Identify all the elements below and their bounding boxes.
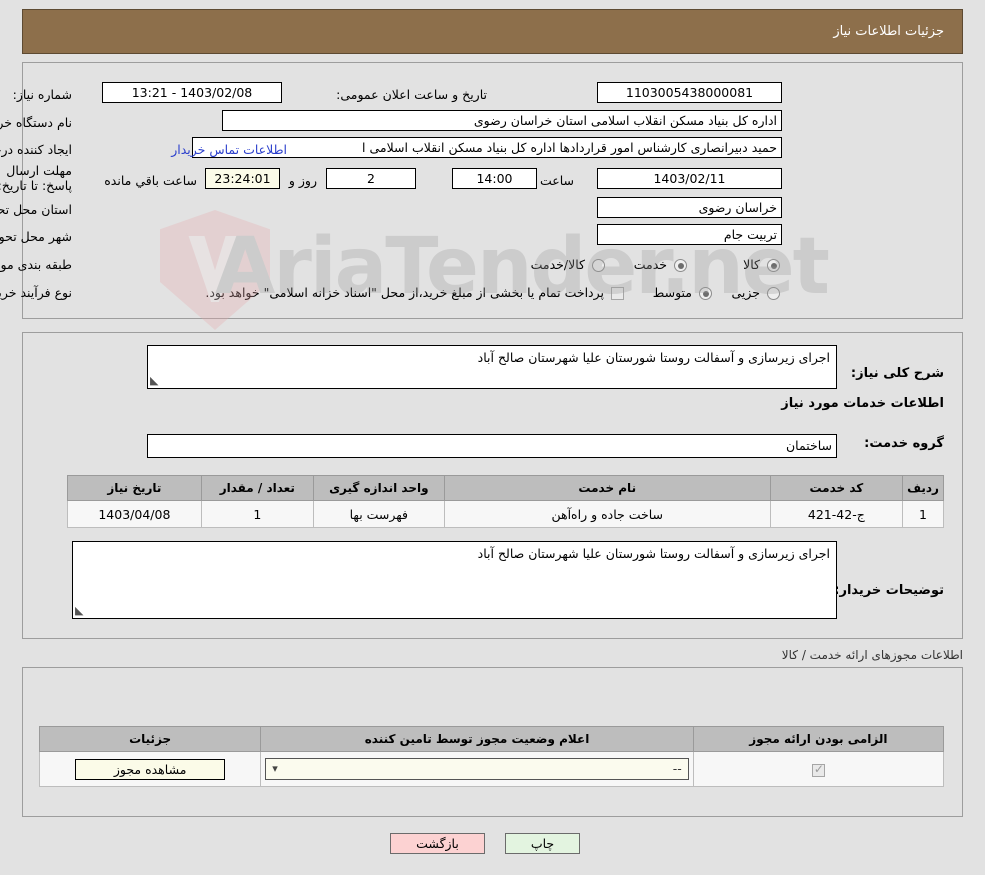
need-description-panel: شرح کلی نیاز: اجرای زیرسازی و آسفالت روس… <box>22 332 963 639</box>
radio-category-kala-khedmat-label: کالا/خدمت <box>531 257 585 272</box>
permits-table: الزامی بودن ارائه مجوز اعلام وضعیت مجوز … <box>39 726 944 787</box>
col-unit: واحد اندازه گیری <box>313 476 444 501</box>
table-row: 1 ج-42-421 ساخت جاده و راه‌آهن فهرست بها… <box>68 501 944 528</box>
buyer-org-label: نام دستگاه خریدار: <box>0 115 72 130</box>
buyer-notes-value: اجرای زیرسازی و آسفالت روستا شورستان علی… <box>478 546 830 561</box>
days-and-label: روز و <box>289 173 317 188</box>
request-creator-label: ایجاد کننده درخواست: <box>0 142 72 157</box>
announce-datetime-value: 1403/02/08 - 13:21 <box>102 82 282 103</box>
subject-category-label: طبقه بندی موضوعی: <box>0 257 72 272</box>
cell-code: ج-42-421 <box>770 501 902 528</box>
purchase-process-label: نوع فرآیند خرید : <box>0 285 72 300</box>
page-title: جزئیات اطلاعات نیاز <box>833 24 944 39</box>
treasury-docs-checkbox[interactable] <box>611 287 624 300</box>
cell-need-date: 1403/04/08 <box>68 501 202 528</box>
treasury-docs-note: پرداخت تمام یا بخشی از مبلغ خرید،از محل … <box>205 285 604 300</box>
need-number-value: 1103005438000081 <box>597 82 782 103</box>
radio-category-kala-khedmat[interactable] <box>592 259 605 272</box>
page-header: جزئیات اطلاعات نیاز <box>22 9 963 54</box>
buyer-contact-link[interactable]: اطلاعات تماس خریدار <box>171 142 287 157</box>
permit-required-checkbox <box>812 764 825 777</box>
view-permit-button[interactable]: مشاهده مجوز <box>75 759 225 780</box>
resize-grip-icon[interactable]: ◢ <box>75 604 83 617</box>
service-group-value: ساختمان <box>147 434 837 458</box>
buyer-notes-label: توضیحات خریدار: <box>834 583 944 598</box>
delivery-city-value: تربیت جام <box>597 224 782 245</box>
deadline-label: مهلت ارسال پاسخ: تا تاریخ: <box>0 163 72 193</box>
permits-table-header-row: الزامی بودن ارائه مجوز اعلام وضعیت مجوز … <box>40 727 944 752</box>
delivery-province-value: خراسان رضوی <box>597 197 782 218</box>
buyer-notes-textarea[interactable]: اجرای زیرسازی و آسفالت روستا شورستان علی… <box>72 541 837 619</box>
cell-permit-required <box>693 752 943 787</box>
need-summary-panel: شماره نیاز: 1103005438000081 تاریخ و ساع… <box>22 62 963 319</box>
cell-quantity: 1 <box>201 501 313 528</box>
permit-status-dropdown[interactable]: ▾ -- <box>265 758 688 780</box>
remaining-suffix-label: ساعت باقي مانده <box>104 173 197 188</box>
radio-process-jozii-label: جزیی <box>731 285 760 300</box>
col-need-date: تاریخ نیاز <box>68 476 202 501</box>
permit-status-value: -- <box>673 761 682 776</box>
radio-category-khedmat[interactable] <box>674 259 687 272</box>
table-row: ▾ -- مشاهده مجوز <box>40 752 944 787</box>
col-name: نام خدمت <box>444 476 770 501</box>
col-code: کد خدمت <box>770 476 902 501</box>
cell-unit: فهرست بها <box>313 501 444 528</box>
cell-permit-status: ▾ -- <box>261 752 693 787</box>
radio-category-kala[interactable] <box>767 259 780 272</box>
col-permit-required: الزامی بودن ارائه مجوز <box>693 727 943 752</box>
remaining-days-value: 2 <box>326 168 416 189</box>
radio-process-motavasset[interactable] <box>699 287 712 300</box>
deadline-date-value: 1403/02/11 <box>597 168 782 189</box>
print-button[interactable]: چاپ <box>505 833 580 854</box>
radio-category-kala-label: کالا <box>743 257 760 272</box>
services-info-heading: اطلاعات خدمات مورد نیاز <box>781 396 944 411</box>
cell-permit-detail: مشاهده مجوز <box>40 752 261 787</box>
delivery-province-label: استان محل تحویل: <box>0 202 72 217</box>
service-group-label: گروه خدمت: <box>864 436 944 451</box>
radio-category-khedmat-label: خدمت <box>634 257 667 272</box>
permits-panel: الزامی بودن ارائه مجوز اعلام وضعیت مجوز … <box>22 667 963 817</box>
general-description-textarea[interactable]: اجرای زیرسازی و آسفالت روستا شورستان علی… <box>147 345 837 389</box>
need-number-label: شماره نیاز: <box>13 87 72 102</box>
col-radif: ردیف <box>903 476 944 501</box>
services-table: ردیف کد خدمت نام خدمت واحد اندازه گیری ت… <box>67 475 944 528</box>
radio-process-motavasset-label: متوسط <box>653 285 692 300</box>
general-description-value: اجرای زیرسازی و آسفالت روستا شورستان علی… <box>478 350 830 365</box>
col-permit-status: اعلام وضعیت مجوز توسط تامین کننده <box>261 727 693 752</box>
col-quantity: تعداد / مقدار <box>201 476 313 501</box>
col-permit-detail: جزئیات <box>40 727 261 752</box>
services-table-header-row: ردیف کد خدمت نام خدمت واحد اندازه گیری ت… <box>68 476 944 501</box>
general-description-label: شرح کلی نیاز: <box>851 366 944 381</box>
resize-grip-icon[interactable]: ◢ <box>150 374 158 387</box>
radio-process-jozii[interactable] <box>767 287 780 300</box>
announce-datetime-label: تاریخ و ساعت اعلان عمومی: <box>336 87 487 102</box>
delivery-city-label: شهر محل تحویل: <box>0 229 72 244</box>
cell-name: ساخت جاده و راه‌آهن <box>444 501 770 528</box>
chevron-down-icon: ▾ <box>272 759 278 779</box>
buyer-org-value: اداره کل بنیاد مسکن انقلاب اسلامی استان … <box>222 110 782 131</box>
permits-section-title: اطلاعات مجوزهای ارائه خدمت / کالا <box>782 648 963 662</box>
deadline-time-label: ساعت <box>540 173 574 188</box>
deadline-time-value: 14:00 <box>452 168 537 189</box>
cell-radif: 1 <box>903 501 944 528</box>
remaining-time-countdown: 23:24:01 <box>205 168 280 189</box>
back-button[interactable]: بازگشت <box>390 833 485 854</box>
